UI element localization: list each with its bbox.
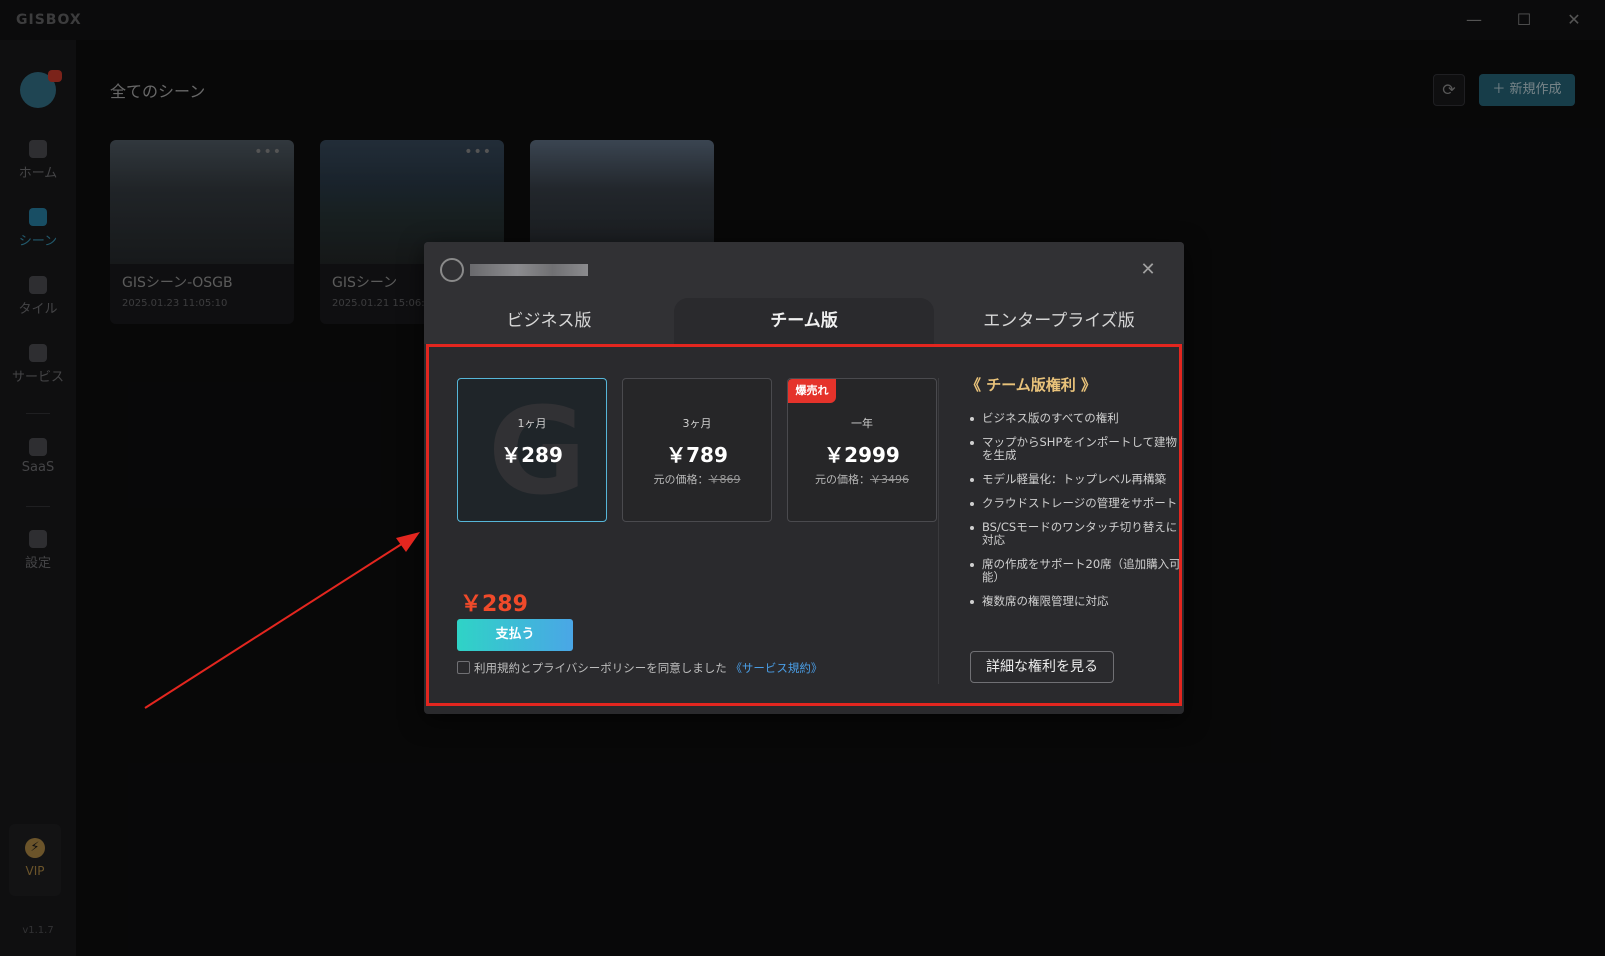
tab-enterprise[interactable]: エンタープライズ版 (934, 298, 1184, 344)
user-icon (440, 258, 464, 282)
tab-team[interactable]: チーム版 (674, 298, 934, 344)
upgrade-dialog: ✕ ビジネス版 チーム版 エンタープライズ版 G 1ヶ月 ￥289 3ヶ月 ￥7… (424, 242, 1184, 714)
redacted-username (470, 264, 588, 276)
plan-tabs: ビジネス版 チーム版 エンタープライズ版 (424, 298, 1184, 344)
dialog-header: ✕ (424, 242, 1184, 298)
dialog-close-button[interactable]: ✕ (1136, 258, 1160, 282)
highlight-frame (426, 344, 1182, 706)
tab-business[interactable]: ビジネス版 (424, 298, 674, 344)
